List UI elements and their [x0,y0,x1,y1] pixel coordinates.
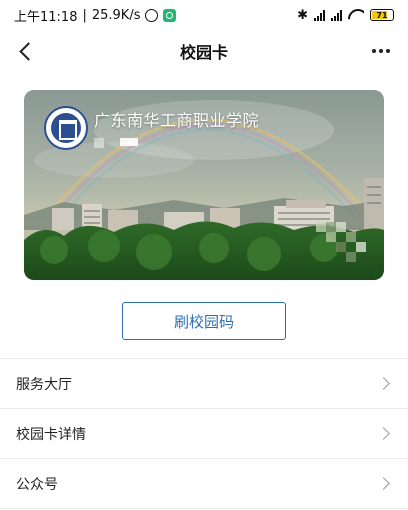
status-right: ✱ 71 [297,8,394,23]
redacted-name-mosaic [94,138,104,148]
battery-level: 71 [376,10,388,20]
menu-item-label: 公众号 [16,476,58,493]
swipe-campus-code-button[interactable]: 刷校园码 [122,302,286,340]
network-speed: 25.9K/s [91,7,141,23]
signal-icon [314,9,325,21]
status-bar: 上午11:18 | 25.9K/s ✱ 71 [0,0,408,30]
status-separator: | [82,7,87,23]
menu-item-label: 校园卡详情 [16,426,86,443]
school-logo [44,106,88,150]
redacted-name-block [120,138,138,146]
school-name: 广东南华工商职业学院 [94,111,260,130]
alarm-icon [145,8,159,22]
signal-icon-2 [331,9,342,21]
menu-item-official-account[interactable]: 公众号 [0,459,408,509]
campus-card: 广东南华工商职业学院 [24,90,384,280]
chevron-right-icon [377,377,390,390]
page-title: 校园卡 [179,43,228,62]
back-arrow-icon[interactable] [12,36,40,66]
wifi-icon [348,9,364,21]
chevron-right-icon [377,477,390,490]
bluetooth-icon: ✱ [297,7,308,23]
status-left: 上午11:18 | 25.9K/s [14,6,177,25]
chevron-right-icon [377,427,390,440]
battery-icon: 71 [370,9,394,21]
menu-list: 服务大厅 校园卡详情 公众号 [0,358,408,509]
menu-item-service-hall[interactable]: 服务大厅 [0,359,408,409]
app-notification-icon [163,8,177,22]
nav-header: 校园卡 [0,30,408,72]
more-dots-icon[interactable] [366,38,396,64]
menu-item-card-details[interactable]: 校园卡详情 [0,409,408,459]
menu-item-label: 服务大厅 [16,376,72,393]
status-time: 上午11:18 [14,9,78,25]
